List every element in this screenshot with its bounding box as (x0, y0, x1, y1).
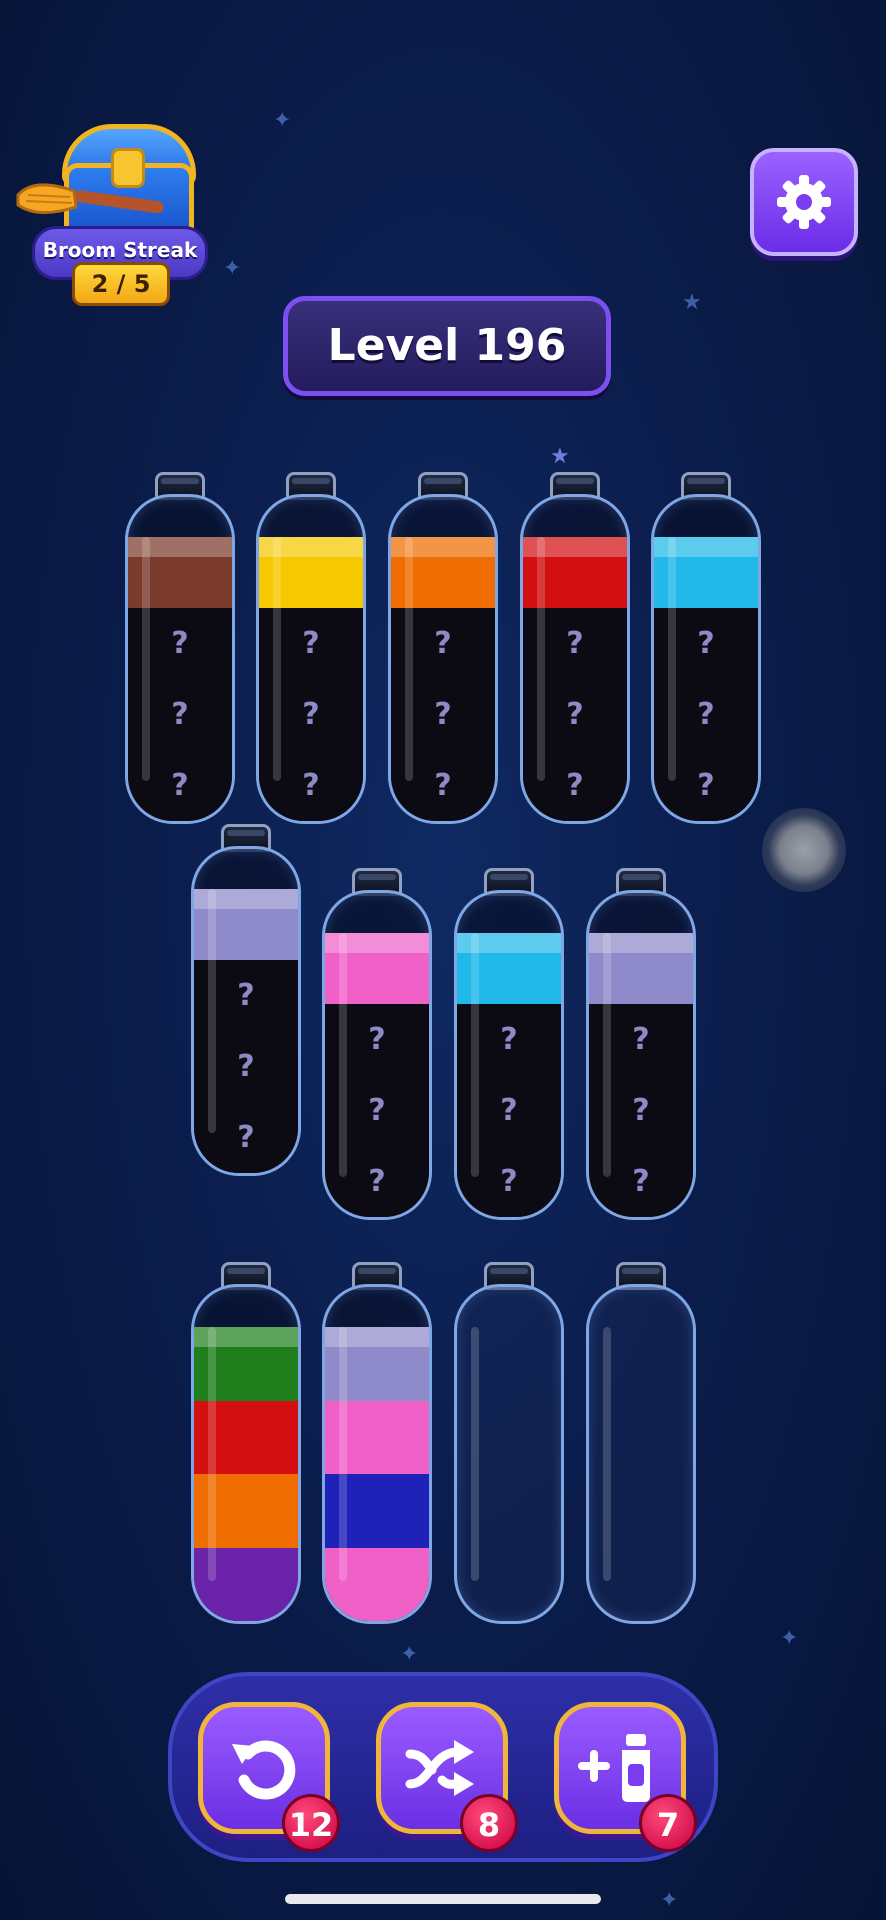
hidden-mark: ? (434, 768, 452, 803)
tube[interactable]: ??? (651, 472, 761, 824)
tube-shine (471, 1327, 479, 1581)
tube-shine (339, 933, 347, 1177)
hidden-mark: ? (500, 1164, 518, 1199)
hidden-mark: ? (237, 1120, 255, 1155)
tube-body (322, 1284, 432, 1624)
hidden-mark: ? (632, 1093, 650, 1128)
broom-streak-widget[interactable]: Broom Streak 2 / 5 (14, 118, 208, 306)
hidden-mark: ? (171, 768, 189, 803)
hidden-mark: ? (237, 978, 255, 1013)
undo-count-badge: 12 (282, 1794, 340, 1852)
tube-body (454, 1284, 564, 1624)
gear-icon (777, 175, 831, 229)
hidden-mark: ? (434, 697, 452, 732)
hidden-mark: ? (171, 697, 189, 732)
hidden-mark: ? (566, 626, 584, 661)
hidden-mark: ? (368, 1093, 386, 1128)
hidden-mark: ? (500, 1093, 518, 1128)
hidden-mark: ? (697, 626, 715, 661)
hidden-mark: ? (368, 1164, 386, 1199)
hidden-mark: ? (566, 697, 584, 732)
tube-shine (273, 537, 281, 781)
tube-body: ??? (388, 494, 498, 824)
tube-body (586, 1284, 696, 1624)
tube-shine (405, 537, 413, 781)
hidden-mark: ? (697, 697, 715, 732)
hidden-mark: ? (302, 626, 320, 661)
tube-shine (208, 1327, 216, 1581)
tube-body: ??? (454, 890, 564, 1220)
hidden-mark: ? (566, 768, 584, 803)
tube[interactable]: ??? (256, 472, 366, 824)
tube-body (191, 1284, 301, 1624)
star-decoration: ★ (682, 290, 702, 315)
tube[interactable] (322, 1262, 432, 1624)
tube-shine (471, 933, 479, 1177)
hidden-mark: ? (632, 1164, 650, 1199)
tube-body: ??? (256, 494, 366, 824)
star-decoration: ✦ (780, 1626, 799, 1651)
tube[interactable] (454, 1262, 564, 1624)
tube-shine (603, 1327, 611, 1581)
settings-button[interactable] (750, 148, 858, 256)
tube-shine (142, 537, 150, 781)
streak-progress: 2 / 5 (72, 262, 170, 306)
star-decoration: ✦ (400, 1642, 419, 1667)
tube[interactable] (586, 1262, 696, 1624)
hidden-mark: ? (237, 1049, 255, 1084)
star-decoration: ✦ (660, 1888, 679, 1913)
tube[interactable]: ??? (586, 868, 696, 1220)
star-decoration: ✦ (223, 256, 242, 281)
tube[interactable]: ??? (125, 472, 235, 824)
hidden-mark: ? (368, 1022, 386, 1057)
tube-body: ??? (191, 846, 301, 1176)
hidden-mark: ? (302, 768, 320, 803)
level-title: Level 196 (283, 296, 611, 396)
assistive-touch-button[interactable] (762, 808, 846, 892)
hidden-mark: ? (500, 1022, 518, 1057)
tube[interactable]: ??? (388, 472, 498, 824)
shuffle-count-badge: 8 (460, 1794, 518, 1852)
tube[interactable]: ??? (322, 868, 432, 1220)
hidden-mark: ? (302, 697, 320, 732)
tube[interactable] (191, 1262, 301, 1624)
tube-shine (537, 537, 545, 781)
tube-shine (603, 933, 611, 1177)
shuffle-icon (405, 1740, 474, 1796)
home-indicator[interactable] (285, 1894, 601, 1904)
tube-body: ??? (586, 890, 696, 1220)
tube-body: ??? (651, 494, 761, 824)
tube-shine (668, 537, 676, 781)
undo-icon (232, 1740, 296, 1800)
tube-body: ??? (322, 890, 432, 1220)
streak-title: Broom Streak (42, 238, 198, 262)
star-decoration: ✦ (273, 108, 292, 133)
tube-shine (339, 1327, 347, 1581)
tube[interactable]: ??? (191, 824, 301, 1176)
tube-body: ??? (125, 494, 235, 824)
hidden-mark: ? (171, 626, 189, 661)
tube-shine (208, 889, 216, 1133)
add-tube-count-badge: 7 (639, 1794, 697, 1852)
star-decoration: ★ (550, 444, 570, 469)
tube-body: ??? (520, 494, 630, 824)
tube[interactable]: ??? (454, 868, 564, 1220)
hidden-mark: ? (632, 1022, 650, 1057)
hidden-mark: ? (697, 768, 715, 803)
broom-icon (16, 183, 164, 214)
tube[interactable]: ??? (520, 472, 630, 824)
add-tube-icon (578, 1734, 650, 1802)
hidden-mark: ? (434, 626, 452, 661)
